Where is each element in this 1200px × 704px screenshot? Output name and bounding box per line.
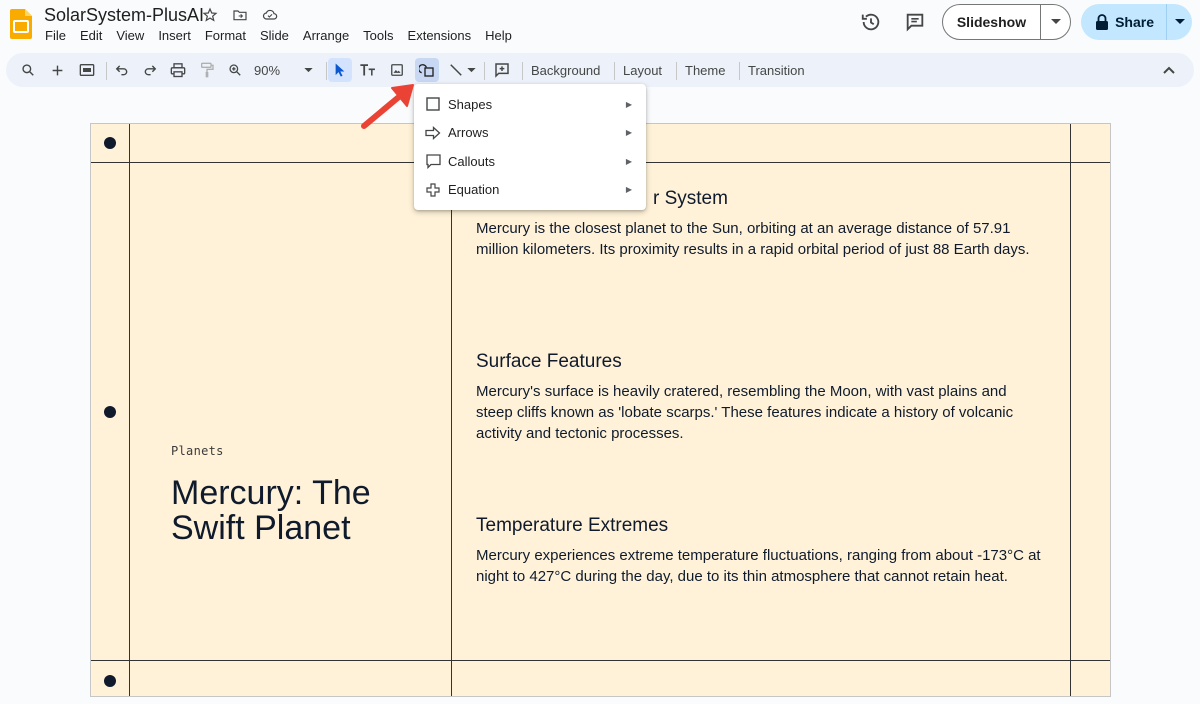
- submenu-arrow-icon: ▶: [625, 185, 632, 195]
- comments-icon[interactable]: [898, 5, 932, 39]
- menu-view[interactable]: View: [109, 27, 151, 44]
- collapse-toolbar-icon[interactable]: [1157, 58, 1181, 82]
- annotation-arrow-icon: [361, 84, 414, 129]
- shape-menu-item-shapes[interactable]: Shapes ▶: [414, 90, 646, 119]
- slides-logo-icon[interactable]: [10, 9, 32, 39]
- shape-menu: Shapes ▶ Arrows ▶ Callouts ▶ Equation ▶: [414, 84, 646, 210]
- slideshow-button[interactable]: Slideshow: [943, 5, 1040, 39]
- move-folder-icon[interactable]: [230, 5, 250, 25]
- slideshow-button-group: Slideshow: [941, 4, 1072, 40]
- add-comment-icon[interactable]: [490, 58, 514, 82]
- grid-line: [91, 660, 1110, 661]
- bullet-dot: [104, 137, 116, 149]
- arrow-icon: [425, 125, 441, 141]
- shape-menu-item-arrows[interactable]: Arrows ▶: [414, 119, 646, 148]
- document-title[interactable]: SolarSystem-PlusAI: [44, 5, 204, 26]
- section-heading-2: Surface Features: [476, 351, 622, 372]
- print-icon[interactable]: [166, 58, 190, 82]
- section-heading-3: Temperature Extremes: [476, 515, 669, 536]
- menu-arrange[interactable]: Arrange: [296, 27, 356, 44]
- image-icon[interactable]: [385, 58, 409, 82]
- submenu-arrow-icon: ▶: [625, 99, 632, 109]
- share-button-group: Share: [1081, 4, 1192, 40]
- toolbar-divider: [739, 62, 740, 80]
- lock-icon: [1096, 14, 1109, 30]
- menu-file[interactable]: File: [38, 27, 73, 44]
- share-label: Share: [1115, 14, 1154, 30]
- star-icon[interactable]: [200, 5, 220, 25]
- layout-button[interactable]: Layout: [623, 63, 662, 78]
- square-icon: [425, 96, 441, 112]
- toolbar-divider: [106, 62, 107, 80]
- redo-icon[interactable]: [138, 58, 162, 82]
- toolbar-divider: [326, 62, 327, 80]
- transition-button[interactable]: Transition: [748, 63, 805, 78]
- shape-icon[interactable]: [415, 58, 439, 82]
- menu-item-label: Arrows: [448, 125, 489, 141]
- menu-format[interactable]: Format: [198, 27, 253, 44]
- menu-item-label: Shapes: [448, 96, 493, 112]
- menu-extensions[interactable]: Extensions: [401, 27, 479, 44]
- menu-tools[interactable]: Tools: [356, 27, 400, 44]
- section-body-1: Mercury is the closest planet to the Sun…: [476, 220, 1030, 258]
- menu-slide[interactable]: Slide: [253, 27, 296, 44]
- share-button[interactable]: Share: [1081, 4, 1166, 40]
- paint-format-icon[interactable]: [195, 58, 219, 82]
- zoom-dropdown-icon[interactable]: [296, 58, 320, 82]
- search-menus-icon[interactable]: [16, 58, 40, 82]
- section-heading-1: r System: [653, 188, 728, 209]
- slide-title: Mercury: The Swift Planet: [171, 474, 371, 547]
- section-body-2: Mercury's surface is heavily cratered, r…: [476, 383, 1014, 442]
- select-cursor-icon[interactable]: [328, 58, 352, 82]
- grid-line: [1070, 124, 1071, 696]
- menu-item-label: Callouts: [448, 153, 495, 169]
- menu-help[interactable]: Help: [478, 27, 519, 44]
- slideshow-dropdown-icon[interactable]: [1040, 5, 1070, 39]
- zoom-level[interactable]: 90%: [254, 63, 280, 78]
- menu-item-label: Equation: [448, 182, 500, 198]
- callout-icon: [425, 153, 441, 169]
- toolbar: 90% Background Layout Theme Transition: [6, 53, 1194, 87]
- theme-button[interactable]: Theme: [685, 63, 725, 78]
- grid-line: [129, 124, 130, 696]
- menu-bar: File Edit View Insert Format Slide Arran…: [38, 27, 519, 44]
- shape-menu-item-equation[interactable]: Equation ▶: [414, 176, 646, 205]
- shape-menu-item-callouts[interactable]: Callouts ▶: [414, 147, 646, 176]
- text-box-icon[interactable]: [356, 58, 380, 82]
- zoom-icon[interactable]: [223, 58, 247, 82]
- share-dropdown-icon[interactable]: [1166, 4, 1192, 40]
- section-body-3: Mercury experiences extreme temperature …: [476, 547, 1041, 585]
- toolbar-divider: [484, 62, 485, 80]
- version-history-icon[interactable]: [854, 5, 888, 39]
- cloud-status-icon[interactable]: [260, 5, 280, 25]
- bullet-dot: [104, 406, 116, 418]
- toolbar-divider: [522, 62, 523, 80]
- new-slide-icon[interactable]: [45, 58, 69, 82]
- submenu-arrow-icon: ▶: [625, 128, 632, 138]
- menu-edit[interactable]: Edit: [73, 27, 109, 44]
- app-header: SolarSystem-PlusAI File Edit View Insert…: [0, 0, 1200, 50]
- undo-icon[interactable]: [110, 58, 134, 82]
- submenu-arrow-icon: ▶: [625, 156, 632, 166]
- toolbar-divider: [676, 62, 677, 80]
- plus-icon: [425, 182, 441, 198]
- bullet-dot: [104, 675, 116, 687]
- background-button[interactable]: Background: [531, 63, 600, 78]
- slide-layout-icon[interactable]: [75, 58, 99, 82]
- line-dropdown-icon[interactable]: [464, 58, 478, 82]
- menu-insert[interactable]: Insert: [151, 27, 198, 44]
- slide-eyebrow: Planets: [171, 444, 224, 458]
- toolbar-divider: [614, 62, 615, 80]
